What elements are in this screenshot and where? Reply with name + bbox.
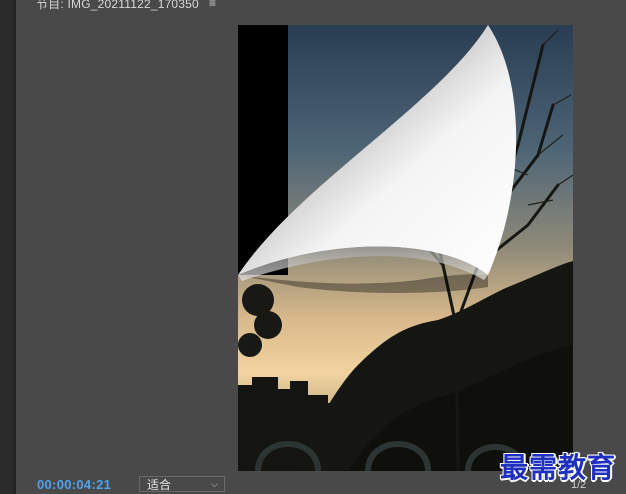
panel-title[interactable]: 节目: IMG_20211122_170350 bbox=[36, 0, 199, 12]
watermark-logo: 最需教育 bbox=[500, 451, 617, 484]
program-monitor-window: 节目: IMG_20211122_170350 ≡ 00:00:04:21 适合… bbox=[0, 0, 626, 494]
program-preview[interactable] bbox=[238, 25, 573, 471]
preview-frame bbox=[238, 25, 573, 471]
playhead-timecode[interactable]: 00:00:04:21 bbox=[37, 477, 111, 492]
panel-header: 节目: IMG_20211122_170350 ≡ bbox=[36, 0, 216, 12]
zoom-fit-select[interactable]: 适合 ⌵ bbox=[139, 476, 225, 492]
left-panel-edge bbox=[0, 0, 13, 494]
zoom-fit-label: 适合 bbox=[147, 477, 172, 492]
chevron-down-icon: ⌵ bbox=[211, 479, 218, 489]
panel-menu-icon[interactable]: ≡ bbox=[209, 0, 216, 9]
